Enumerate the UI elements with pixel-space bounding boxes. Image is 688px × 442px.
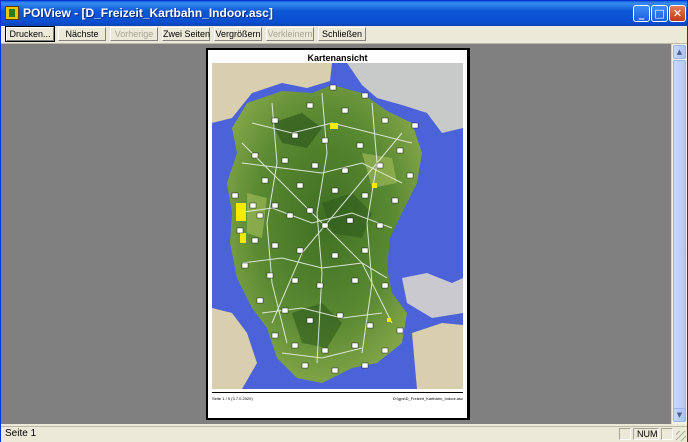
germany-map-svg [212,63,463,389]
page-footer-right: D:\gps\D_Freizeit_Kartbahn_Indoor.asc [392,396,463,401]
status-pane-empty [619,428,631,440]
title-bar[interactable]: POIView - [D_Freizeit_Kartbahn_Indoor.as… [1,1,687,26]
footer-divider [212,392,463,393]
minimize-button[interactable]: _ [633,5,650,22]
status-page-text: Seite 1 [5,428,37,439]
resize-grip[interactable] [676,431,686,441]
vertical-scrollbar[interactable]: ▲ ▼ [671,44,687,424]
next-page-button[interactable]: Nächste [58,27,106,41]
preview-toolbar: Drucken... Nächste Vorherige Zwei Seiten… [1,26,687,44]
close-button[interactable]: ✕ [669,5,686,22]
num-lock-indicator: NUM [633,428,659,440]
two-pages-button[interactable]: Zwei Seiten [162,27,210,41]
poiview-window: POIView - [D_Freizeit_Kartbahn_Indoor.as… [0,0,688,442]
maximize-button[interactable]: □ [651,5,668,22]
page-title: Kartenansicht [307,53,368,63]
scroll-thumb[interactable] [673,60,686,412]
zoom-out-button[interactable]: Verkleinern [266,27,314,41]
status-pane-empty-2 [661,428,673,440]
preview-page: Kartenansicht Seite 1 / 9 (3.7.0.2020) D… [208,50,467,418]
previous-page-button[interactable]: Vorherige [110,27,158,41]
print-button[interactable]: Drucken... [5,26,55,42]
scroll-up-button[interactable]: ▲ [673,45,686,59]
status-bar: Seite 1 NUM [1,426,687,442]
map-image [212,63,463,389]
window-title: POIView - [D_Freizeit_Kartbahn_Indoor.as… [23,6,273,20]
page-footer-left: Seite 1 / 9 (3.7.0.2020) [212,396,253,401]
app-icon [5,6,19,20]
zoom-in-button[interactable]: Vergrößern [214,27,262,41]
close-preview-button[interactable]: Schließen [318,27,366,41]
scroll-down-button[interactable]: ▼ [673,408,686,422]
